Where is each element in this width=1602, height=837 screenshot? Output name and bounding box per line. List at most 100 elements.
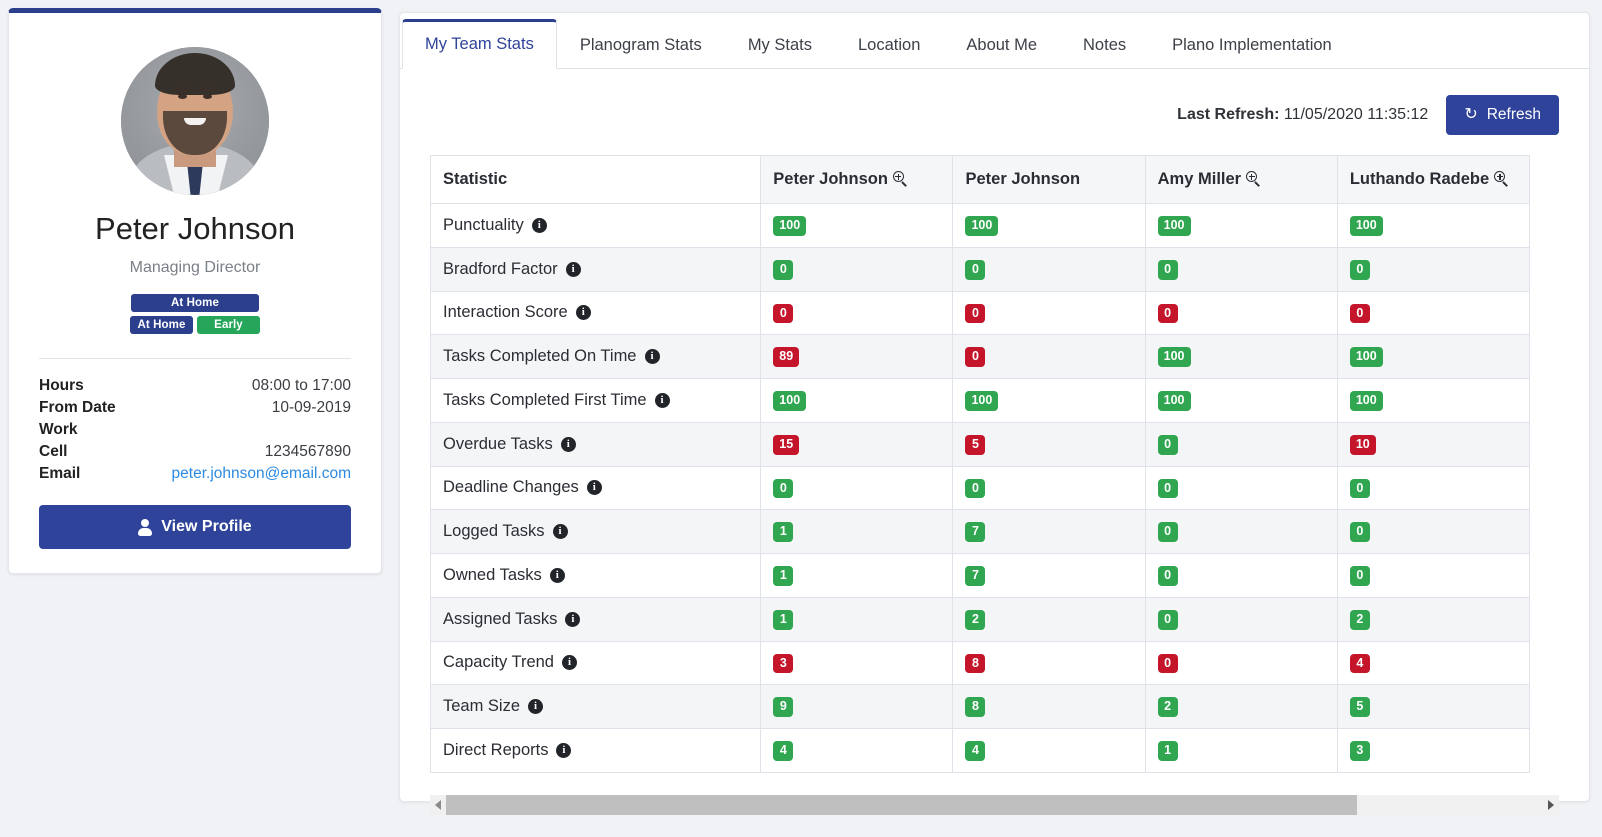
- info-icon[interactable]: i: [552, 524, 568, 540]
- refresh-button[interactable]: ↻ Refresh: [1446, 95, 1559, 135]
- tab-my-stats[interactable]: My Stats: [725, 20, 835, 69]
- statistic-label-wrapper: Direct Reports i: [443, 741, 572, 760]
- value-badge: 5: [1349, 697, 1370, 717]
- statistic-label: Interaction Score: [443, 303, 568, 322]
- value-badge: 0: [1349, 259, 1370, 280]
- info-icon[interactable]: i: [654, 392, 670, 408]
- tab-my-team-stats[interactable]: My Team Stats: [402, 19, 557, 69]
- info-icon[interactable]: i: [556, 742, 572, 758]
- cell-value: 4: [760, 728, 954, 773]
- info-icon[interactable]: i: [586, 480, 602, 496]
- cell-statistic: Tasks Completed First Time i: [429, 378, 762, 423]
- detail-label-cell: Cell: [39, 443, 68, 460]
- info-icon[interactable]: i: [565, 611, 581, 627]
- info-icon[interactable]: i: [575, 305, 591, 321]
- info-icon[interactable]: i: [549, 567, 565, 583]
- info-icon[interactable]: i: [565, 261, 581, 277]
- profile-divider: [39, 358, 351, 359]
- column-header-person-1[interactable]: Peter Johnson: [760, 155, 954, 204]
- tab-notes[interactable]: Notes: [1060, 20, 1149, 69]
- value-badge: 7: [965, 522, 986, 542]
- value-badge: 100: [965, 391, 999, 411]
- value-badge: 0: [1157, 303, 1178, 324]
- cell-value: 100: [952, 378, 1146, 423]
- column-header-person-1-label: Peter Johnson: [773, 170, 888, 188]
- cell-value: 100: [1336, 378, 1531, 423]
- cell-statistic: Overdue Tasks i: [429, 421, 762, 467]
- cell-value: 0: [1144, 553, 1338, 598]
- tab-plano-implementation[interactable]: Plano Implementation: [1149, 20, 1355, 69]
- table-row: Tasks Completed First Time i 100 100 100 100: [429, 378, 1531, 423]
- table-row: Interaction Score i 0 0 0 0: [429, 290, 1531, 336]
- statistic-label: Deadline Changes: [443, 478, 579, 497]
- info-icon[interactable]: i: [528, 699, 544, 715]
- column-header-person-4[interactable]: Luthando Radebe: [1336, 155, 1531, 204]
- cell-statistic: Team Size i: [429, 684, 762, 729]
- cell-value: 1: [760, 509, 954, 554]
- zoom-in-icon-person-3[interactable]: [1246, 171, 1261, 187]
- info-icon[interactable]: i: [560, 436, 576, 452]
- value-badge: 0: [965, 303, 986, 324]
- table-body: Punctuality i 100 100 100 100 Bradford Factor i…: [429, 203, 1531, 773]
- statistic-label-wrapper: Punctuality i: [443, 216, 547, 235]
- cell-value: 0: [1336, 465, 1531, 511]
- scroll-right-arrow-icon[interactable]: [1543, 794, 1559, 815]
- status-badge-primary: At Home: [131, 294, 259, 312]
- value-badge: 2: [1349, 609, 1370, 630]
- info-icon[interactable]: i: [561, 655, 577, 671]
- column-header-person-3[interactable]: Amy Miller: [1144, 155, 1338, 204]
- cell-statistic: Deadline Changes i: [429, 465, 762, 511]
- scrollbar-track[interactable]: [446, 794, 1543, 815]
- cell-value: 8: [952, 684, 1146, 729]
- last-refresh-label: Last Refresh:: [1177, 106, 1280, 123]
- cell-statistic: Capacity Trend i: [429, 640, 762, 686]
- info-icon[interactable]: i: [531, 217, 547, 233]
- statistic-label-wrapper: Bradford Factor i: [443, 260, 581, 279]
- tab-planogram-stats[interactable]: Planogram Stats: [557, 20, 725, 69]
- zoom-in-icon-person-4[interactable]: [1494, 171, 1509, 187]
- table-row: Logged Tasks i 1 7 0 0: [429, 509, 1531, 554]
- cell-value: 3: [1336, 728, 1531, 773]
- statistic-label: Logged Tasks: [443, 522, 545, 541]
- detail-label-from-date: From Date: [39, 399, 116, 416]
- view-profile-label: View Profile: [161, 518, 252, 535]
- cell-value: 7: [952, 509, 1146, 554]
- email-link[interactable]: peter.johnson@email.com: [172, 465, 351, 482]
- horizontal-scrollbar[interactable]: [430, 794, 1559, 815]
- scroll-left-arrow-icon[interactable]: [430, 794, 446, 815]
- cell-value: 0: [1144, 290, 1338, 336]
- stats-table-container: Statistic Peter Johnson Peter Johnson Am…: [429, 155, 1559, 773]
- cell-value: 100: [760, 378, 954, 423]
- detail-row-email: Email peter.johnson@email.com: [39, 463, 351, 485]
- statistic-label: Owned Tasks: [443, 565, 542, 584]
- value-badge: 8: [965, 697, 986, 717]
- tab-location[interactable]: Location: [835, 20, 943, 69]
- status-badge-attendance: Early: [197, 316, 260, 334]
- table-row: Bradford Factor i 0 0 0 0: [429, 246, 1531, 292]
- status-badge-row-secondary: At Home Early: [39, 316, 351, 334]
- table-row: Deadline Changes i 0 0 0 0: [429, 465, 1531, 511]
- scrollbar-thumb[interactable]: [446, 794, 1357, 815]
- cell-value: 7: [952, 553, 1146, 598]
- cell-value: 100: [1336, 203, 1531, 248]
- column-header-statistic[interactable]: Statistic: [429, 155, 762, 204]
- main-panel: My Team Stats Planogram Stats My Stats L…: [399, 12, 1590, 815]
- view-profile-button[interactable]: View Profile: [39, 505, 351, 549]
- statistic-label: Capacity Trend: [443, 653, 554, 672]
- statistic-label: Bradford Factor: [443, 259, 558, 278]
- value-badge: 3: [773, 653, 794, 674]
- value-badge: 0: [1157, 259, 1178, 280]
- value-badge: 4: [1349, 653, 1370, 674]
- value-badge: 1: [773, 522, 794, 542]
- cell-value: 0: [1336, 553, 1531, 598]
- zoom-in-icon-person-1[interactable]: [892, 171, 908, 187]
- value-badge: 100: [1157, 391, 1191, 411]
- cell-value: 0: [952, 246, 1146, 292]
- column-header-person-2[interactable]: Peter Johnson: [952, 155, 1146, 204]
- cell-value: 4: [952, 728, 1146, 773]
- cell-value: 100: [952, 203, 1146, 248]
- statistic-label-wrapper: Capacity Trend i: [443, 653, 577, 672]
- tab-about-me[interactable]: About Me: [943, 20, 1060, 69]
- info-icon[interactable]: i: [644, 349, 660, 365]
- value-badge: 100: [1349, 391, 1383, 411]
